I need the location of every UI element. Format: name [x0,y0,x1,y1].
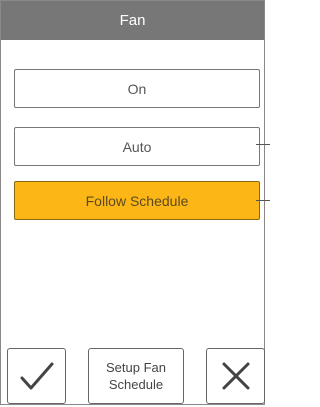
cancel-button[interactable] [206,348,265,404]
auto-connector-line [256,144,270,145]
fan-follow-schedule-label: Follow Schedule [85,192,189,209]
fan-on-label: On [127,80,147,97]
x-icon [222,362,249,390]
setup-fan-schedule-label-line1: Setup Fan [106,360,166,375]
setup-fan-schedule-label: Setup Fan Schedule [106,359,166,393]
setup-fan-schedule-label-line2: Schedule [108,377,164,392]
page-title: Fan [119,12,146,29]
follow-schedule-connector-line [256,200,270,201]
confirm-button[interactable] [7,348,66,404]
fan-mode-panel: Fan On Auto Follow Schedule Setup Fan Sc… [0,0,265,405]
fan-follow-schedule-button[interactable]: Follow Schedule [14,181,260,220]
title-bar: Fan [1,1,264,40]
checkmark-icon [20,362,53,390]
fan-auto-label: Auto [122,138,152,155]
fan-auto-button[interactable]: Auto [14,127,260,166]
setup-fan-schedule-button[interactable]: Setup Fan Schedule [88,348,184,404]
fan-on-button[interactable]: On [14,69,260,108]
